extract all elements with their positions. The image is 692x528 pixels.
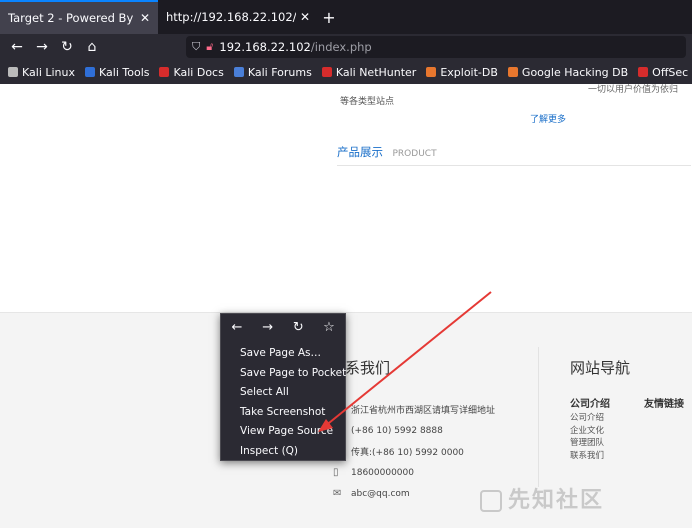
contact-item: 浙江省杭州市西湖区请填写详细地址 (333, 399, 495, 420)
contact-title: 系我们 (345, 359, 391, 377)
bookmark-item[interactable]: Kali Docs (159, 65, 224, 79)
value-note: 一切以用户价值为依归 (588, 85, 679, 95)
bookmark-favicon-icon (159, 67, 170, 77)
bookmark-item[interactable]: Kali Tools (85, 66, 149, 79)
bookmarks-toolbar: Kali Linux Kali Tools Kali Docs Kali Forums… (0, 60, 692, 84)
bookmark-label: Kali NetHunter (335, 65, 417, 79)
product-title[interactable]: 产品展示 (337, 145, 383, 159)
back-icon[interactable]: ← (6, 36, 28, 58)
footer-divider (538, 347, 539, 487)
bookmark-label: Kali Tools (99, 65, 150, 79)
context-menu: ← → ↻ ☆ Save Page As… Save Page to Pocke… (220, 313, 346, 461)
context-menu-nav: ← → ↻ ☆ (221, 314, 345, 342)
navigation-bar: ← → ↻ ⌂ ⛉ 🔓︎ 192.168.22.102/index.php (0, 34, 692, 60)
tab-strip: Target 2 - Powered By BageC ✕ http://192… (0, 0, 692, 34)
url-path: /index.php (310, 40, 372, 54)
product-subtitle: PRODUCT (392, 149, 437, 159)
watermark-text: 先知社区 (508, 488, 605, 513)
bookmark-label: Exploit-DB (440, 65, 498, 79)
email-icon: ✉ (333, 488, 342, 499)
footer-link[interactable]: 联系我们 (570, 450, 610, 463)
site-nav-title: 网站导航 (570, 359, 631, 377)
bookmark-favicon-icon (233, 67, 244, 77)
forward-icon[interactable]: → (260, 320, 276, 342)
watermark: 先知社区 (480, 482, 604, 514)
watermark-logo-icon (480, 490, 502, 512)
bookmark-item[interactable]: Kali Forums (233, 65, 312, 79)
close-tab-icon[interactable]: ✕ (300, 10, 310, 24)
menu-item-view-page-source[interactable]: View Page Source (221, 422, 345, 442)
url-bar[interactable]: ⛉ 🔓︎ 192.168.22.102/index.php (186, 36, 686, 58)
bookmark-favicon-icon (8, 67, 18, 77)
bookmark-favicon-icon (507, 67, 518, 77)
home-icon[interactable]: ⌂ (81, 36, 103, 58)
contact-item: (+86 10) 5992 8888 (333, 420, 495, 441)
bookmark-label: Kali Docs (173, 65, 224, 79)
product-section-header: 产品展示 PRODUCT (337, 144, 691, 166)
footer-link[interactable]: 公司介绍 (570, 412, 610, 425)
footer-link[interactable]: 管理团队 (570, 437, 610, 450)
mobile-icon: ▯ (333, 467, 339, 478)
bookmark-label: Google Hacking DB (521, 65, 629, 79)
bookmark-label: Kali Linux (22, 65, 76, 79)
menu-item-take-screenshot[interactable]: Take Screenshot (221, 403, 345, 423)
menu-item-select-all[interactable]: Select All (221, 383, 345, 403)
intro-text: 等各类型站点 (340, 97, 395, 107)
reload-icon[interactable]: ↻ (56, 36, 78, 58)
bookmark-label: Kali Forums (247, 65, 312, 79)
tab-target2[interactable]: Target 2 - Powered By BageC ✕ (0, 0, 158, 34)
bookmark-item[interactable]: Exploit-DB (426, 66, 498, 79)
contact-text: (+86 10) 5992 8888 (351, 425, 443, 436)
url-host: 192.168.22.102 (219, 40, 311, 54)
tab-title: Target 2 - Powered By BageC (8, 11, 136, 25)
contact-text: abc@qq.com (351, 488, 410, 499)
learn-more-link[interactable]: 了解更多 (530, 112, 566, 125)
friend-links-heading: 友情链接 (644, 399, 684, 410)
bookmark-favicon-icon (638, 67, 649, 77)
contact-item: ▯ 18600000000 (333, 462, 495, 483)
menu-item-save-page-as[interactable]: Save Page As… (221, 344, 345, 364)
menu-item-save-to-pocket[interactable]: Save Page to Pocket (221, 364, 346, 384)
bookmark-favicon-icon (426, 67, 437, 77)
bookmark-favicon-icon (321, 67, 332, 77)
contact-text: 浙江省杭州市西湖区请填写详细地址 (351, 406, 496, 416)
intro-paragraph: 等各类型站点 (340, 88, 555, 110)
new-tab-button[interactable]: + (318, 6, 340, 28)
company-heading: 公司介绍 (570, 399, 610, 410)
contact-item: ✉ abc@qq.com (333, 483, 495, 504)
contact-item: 传真:(+86 10) 5992 0000 (333, 441, 495, 462)
reload-icon[interactable]: ↻ (290, 320, 306, 342)
bookmark-label: OffSec (652, 65, 689, 79)
footer-link[interactable]: 企业文化 (570, 425, 610, 438)
bookmark-item[interactable]: Google Hacking DB (507, 65, 629, 79)
tab-ip[interactable]: http://192.168.22.102/ ✕ (158, 0, 318, 34)
contact-list: 浙江省杭州市西湖区请填写详细地址 (+86 10) 5992 8888 传真:(+8… (333, 399, 495, 504)
bookmark-item[interactable]: OffSec (638, 66, 688, 79)
menu-item-inspect[interactable]: Inspect (Q) (221, 442, 345, 462)
tab-title: http://192.168.22.102/ (166, 10, 296, 24)
insecure-lock-icon[interactable]: 🔓︎ (206, 40, 213, 54)
contact-text: 传真:(+86 10) 5992 0000 (351, 448, 464, 458)
bookmark-favicon-icon (85, 67, 96, 77)
bookmark-item[interactable]: Kali NetHunter (321, 65, 417, 79)
clipped-text-line (340, 88, 555, 94)
back-icon[interactable]: ← (229, 320, 245, 342)
bookmark-star-icon[interactable]: ☆ (321, 320, 337, 342)
close-tab-icon[interactable]: ✕ (140, 11, 150, 25)
contact-text: 18600000000 (351, 467, 414, 478)
forward-icon[interactable]: → (31, 36, 53, 58)
web-page: 等各类型站点 一切以用户价值为依归 了解更多 产品展示 PRODUCT 系我们 … (0, 84, 692, 528)
shield-icon[interactable]: ⛉ (192, 40, 200, 54)
company-links: 公司介绍 公司介绍 企业文化 管理团队 联系我们 (570, 395, 610, 462)
bookmark-item[interactable]: Kali Linux (8, 66, 75, 79)
